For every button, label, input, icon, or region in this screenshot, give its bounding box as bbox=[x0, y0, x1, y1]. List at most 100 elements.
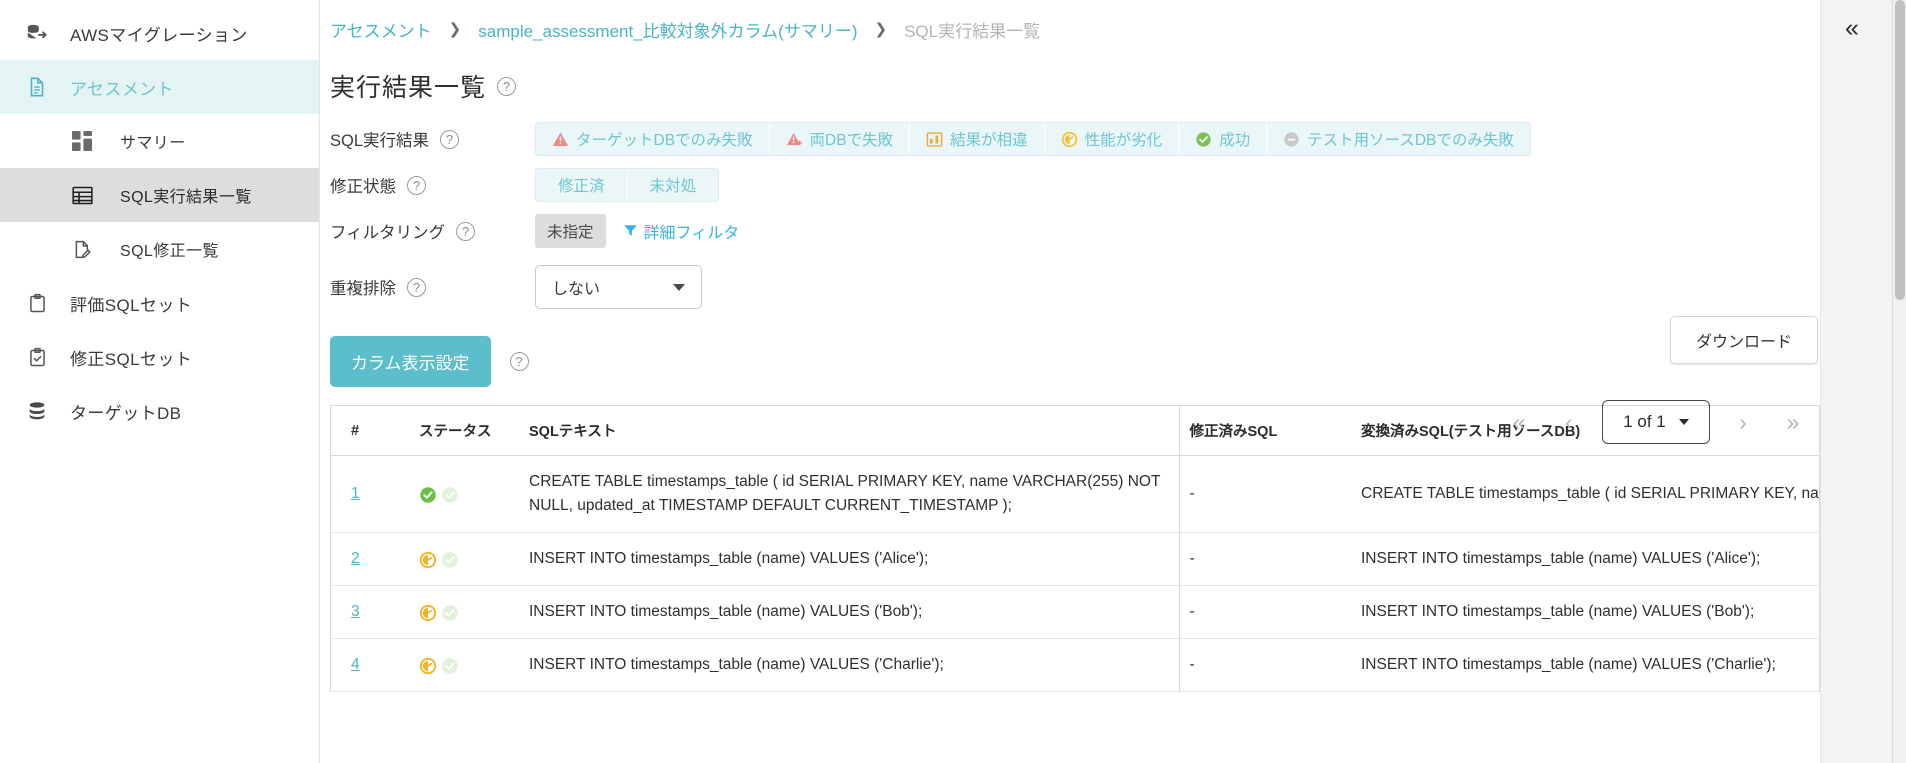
bar-diff-orange-icon bbox=[926, 131, 943, 148]
cell-number: 3 bbox=[331, 585, 409, 640]
pagination-prev-button[interactable]: ‹ bbox=[1544, 410, 1594, 434]
pagination-page-select[interactable]: 1 of 1 bbox=[1602, 400, 1710, 444]
filter-option-fixed[interactable]: 修正済 bbox=[536, 169, 628, 201]
sidebar-item-label: 評価SQLセット bbox=[70, 295, 193, 315]
sidebar-item-sql-fixes[interactable]: SQL修正一覧 bbox=[0, 222, 319, 276]
sidebar-item-eval-sql-set[interactable]: 評価SQLセット bbox=[0, 276, 319, 330]
speed-degraded-yellow-icon bbox=[419, 604, 437, 621]
status-badges bbox=[419, 551, 509, 568]
speed-degraded-yellow-icon bbox=[419, 551, 437, 568]
main-content: アセスメント ❯ sample_assessment_比較対象外カラム(サマリー… bbox=[320, 0, 1906, 763]
filter-option-both-db-fail[interactable]: 両DBで失敗 bbox=[769, 123, 911, 155]
sql-result-segmented-control: ターゲットDBでのみ失敗 両DBで失敗 結果が相違 性能が劣化 成功 テスト用ソ… bbox=[535, 122, 1531, 156]
filter-option-performance-degraded[interactable]: 性能が劣化 bbox=[1044, 123, 1180, 155]
filter-label-text: フィルタリング bbox=[330, 224, 446, 242]
download-button[interactable]: ダウンロード bbox=[1669, 316, 1818, 364]
breadcrumb: アセスメント ❯ sample_assessment_比較対象外カラム(サマリー… bbox=[320, 0, 1906, 58]
help-icon-page-title[interactable]: ? bbox=[497, 76, 517, 96]
detail-filter-button[interactable]: 詳細フィルタ bbox=[623, 219, 740, 243]
pagination: « ‹ 1 of 1 › » bbox=[1494, 400, 1818, 444]
cell-number: 4 bbox=[331, 638, 409, 693]
speed-degraded-yellow-icon bbox=[1061, 131, 1078, 148]
dedupe-select-value: しない bbox=[552, 281, 601, 298]
filter-option-label: 修正済 bbox=[558, 178, 605, 195]
sidebar: AWSマイグレーション アセスメント サマリー SQL実行結果一覧 SQL修正一… bbox=[0, 0, 320, 763]
cell-status bbox=[409, 455, 519, 534]
row-number-link[interactable]: 3 bbox=[351, 603, 360, 620]
breadcrumb-item-current: SQL実行結果一覧 bbox=[904, 21, 1041, 41]
sidebar-item-sql-results[interactable]: SQL実行結果一覧 bbox=[0, 168, 319, 222]
sidebar-item-assessment[interactable]: アセスメント bbox=[0, 60, 319, 114]
column-header-fixed-sql[interactable]: 修正済みSQL bbox=[1178, 406, 1351, 456]
vertical-scrollbar[interactable] bbox=[1892, 0, 1906, 763]
sidebar-item-summary[interactable]: サマリー bbox=[0, 114, 319, 168]
check-circle-green-icon bbox=[1195, 131, 1212, 148]
table-row[interactable]: 2 INSERT INTO timestamps_table (name) VA… bbox=[331, 532, 1819, 587]
filter-option-label: 両DBで失敗 bbox=[809, 132, 894, 149]
breadcrumb-item-sample-assessment[interactable]: sample_assessment_比較対象外カラム(サマリー) bbox=[478, 17, 857, 42]
cell-number: 1 bbox=[331, 455, 409, 534]
help-icon-column-settings[interactable]: ? bbox=[509, 352, 529, 371]
filter-option-unhandled[interactable]: 未対処 bbox=[627, 169, 719, 201]
document-edit-icon bbox=[60, 239, 104, 260]
chevron-right-icon: ❯ bbox=[448, 21, 462, 38]
column-header-number[interactable]: # bbox=[331, 406, 409, 456]
cell-converted-sql: INSERT INTO timestamps_table (name) VALU… bbox=[1351, 532, 1819, 587]
breadcrumb-item-assessment[interactable]: アセスメント bbox=[330, 17, 432, 42]
results-table-body: 1 CREATE TABLE timestamps_table (id SER… bbox=[331, 455, 1819, 693]
help-icon-filtering[interactable]: ? bbox=[456, 221, 476, 241]
cell-converted-sql: INSERT INTO timestamps_table (name) VALU… bbox=[1351, 585, 1819, 640]
filter-label-sql-result: SQL実行結果 ? bbox=[330, 127, 535, 151]
funnel-icon bbox=[623, 223, 640, 240]
cell-status bbox=[409, 532, 519, 587]
row-number-link[interactable]: 1 bbox=[351, 485, 360, 502]
status-badges bbox=[419, 657, 509, 674]
fix-state-segmented-control: 修正済 未対処 bbox=[535, 168, 720, 202]
cell-converted-sql: INSERT INTO timestamps_table (name) VALU… bbox=[1351, 638, 1819, 693]
filter-option-source-db-only-fail[interactable]: テスト用ソースDBでのみ失敗 bbox=[1267, 123, 1530, 155]
table-row[interactable]: 3 INSERT INTO timestamps_table (name) VA… bbox=[331, 585, 1819, 640]
filter-label-dedupe: 重複排除 ? bbox=[330, 275, 535, 299]
filter-label-text: 重複排除 bbox=[330, 280, 396, 298]
document-icon bbox=[14, 76, 60, 98]
pagination-next-button[interactable]: › bbox=[1718, 410, 1768, 434]
check-circle-pale-icon bbox=[441, 486, 458, 503]
filter-option-success[interactable]: 成功 bbox=[1179, 123, 1268, 155]
detail-filter-label: 詳細フィルタ bbox=[643, 225, 740, 242]
sidebar-item-fix-sql-set[interactable]: 修正SQLセット bbox=[0, 330, 319, 384]
filter-option-target-db-only-fail[interactable]: ターゲットDBでのみ失敗 bbox=[536, 123, 770, 155]
dedupe-select[interactable]: しない bbox=[535, 265, 702, 309]
column-settings-button[interactable]: カラム表示設定 bbox=[330, 336, 491, 387]
help-icon-sql-result[interactable]: ? bbox=[440, 129, 460, 149]
check-circle-pale-icon bbox=[441, 604, 458, 621]
row-number-link[interactable]: 2 bbox=[351, 550, 360, 567]
page-title-row: 実行結果一覧 ? bbox=[320, 68, 1906, 104]
sidebar-item-label: 修正SQLセット bbox=[70, 349, 193, 369]
filter-option-label: 未対処 bbox=[649, 178, 697, 195]
column-header-status[interactable]: ステータス bbox=[409, 406, 519, 456]
table-row[interactable]: 1 CREATE TABLE timestamps_table (id SER… bbox=[331, 455, 1819, 534]
filter-option-result-diff[interactable]: 結果が相違 bbox=[910, 123, 1045, 155]
scrollbar-thumb[interactable] bbox=[1895, 0, 1905, 300]
cell-number: 2 bbox=[331, 532, 409, 587]
warning-triangle-red-icon bbox=[552, 131, 569, 148]
sidebar-item-aws-migration[interactable]: AWSマイグレーション bbox=[0, 6, 319, 60]
results-table-container: # ステータス SQLテキスト 修正済みSQL 変換済みSQL(テスト用ソースD… bbox=[330, 405, 1820, 693]
table-row[interactable]: 4 INSERT INTO timestamps_table (name) VA… bbox=[331, 638, 1819, 693]
column-header-sql-text[interactable]: SQLテキスト bbox=[519, 406, 1179, 456]
cell-fixed-sql: - bbox=[1178, 455, 1351, 534]
filtering-value-chip[interactable]: 未指定 bbox=[535, 214, 606, 248]
status-badges bbox=[419, 486, 509, 503]
pagination-first-button[interactable]: « bbox=[1494, 410, 1544, 434]
collapse-panel-button[interactable]: « bbox=[1845, 16, 1859, 41]
pagination-last-button[interactable]: » bbox=[1768, 410, 1818, 434]
cell-status bbox=[409, 638, 519, 693]
clipboard-check-icon bbox=[14, 347, 60, 368]
row-number-link[interactable]: 4 bbox=[351, 656, 360, 673]
help-icon-dedupe[interactable]: ? bbox=[407, 277, 426, 297]
help-icon-fix-state[interactable]: ? bbox=[407, 175, 426, 195]
chevron-down-icon bbox=[1678, 419, 1689, 425]
cell-fixed-sql: - bbox=[1178, 532, 1351, 587]
cell-converted-sql: CREATE TABLE timestamps_table ( id SERIA… bbox=[1351, 455, 1819, 534]
sidebar-item-target-db[interactable]: ターゲットDB bbox=[0, 384, 319, 438]
